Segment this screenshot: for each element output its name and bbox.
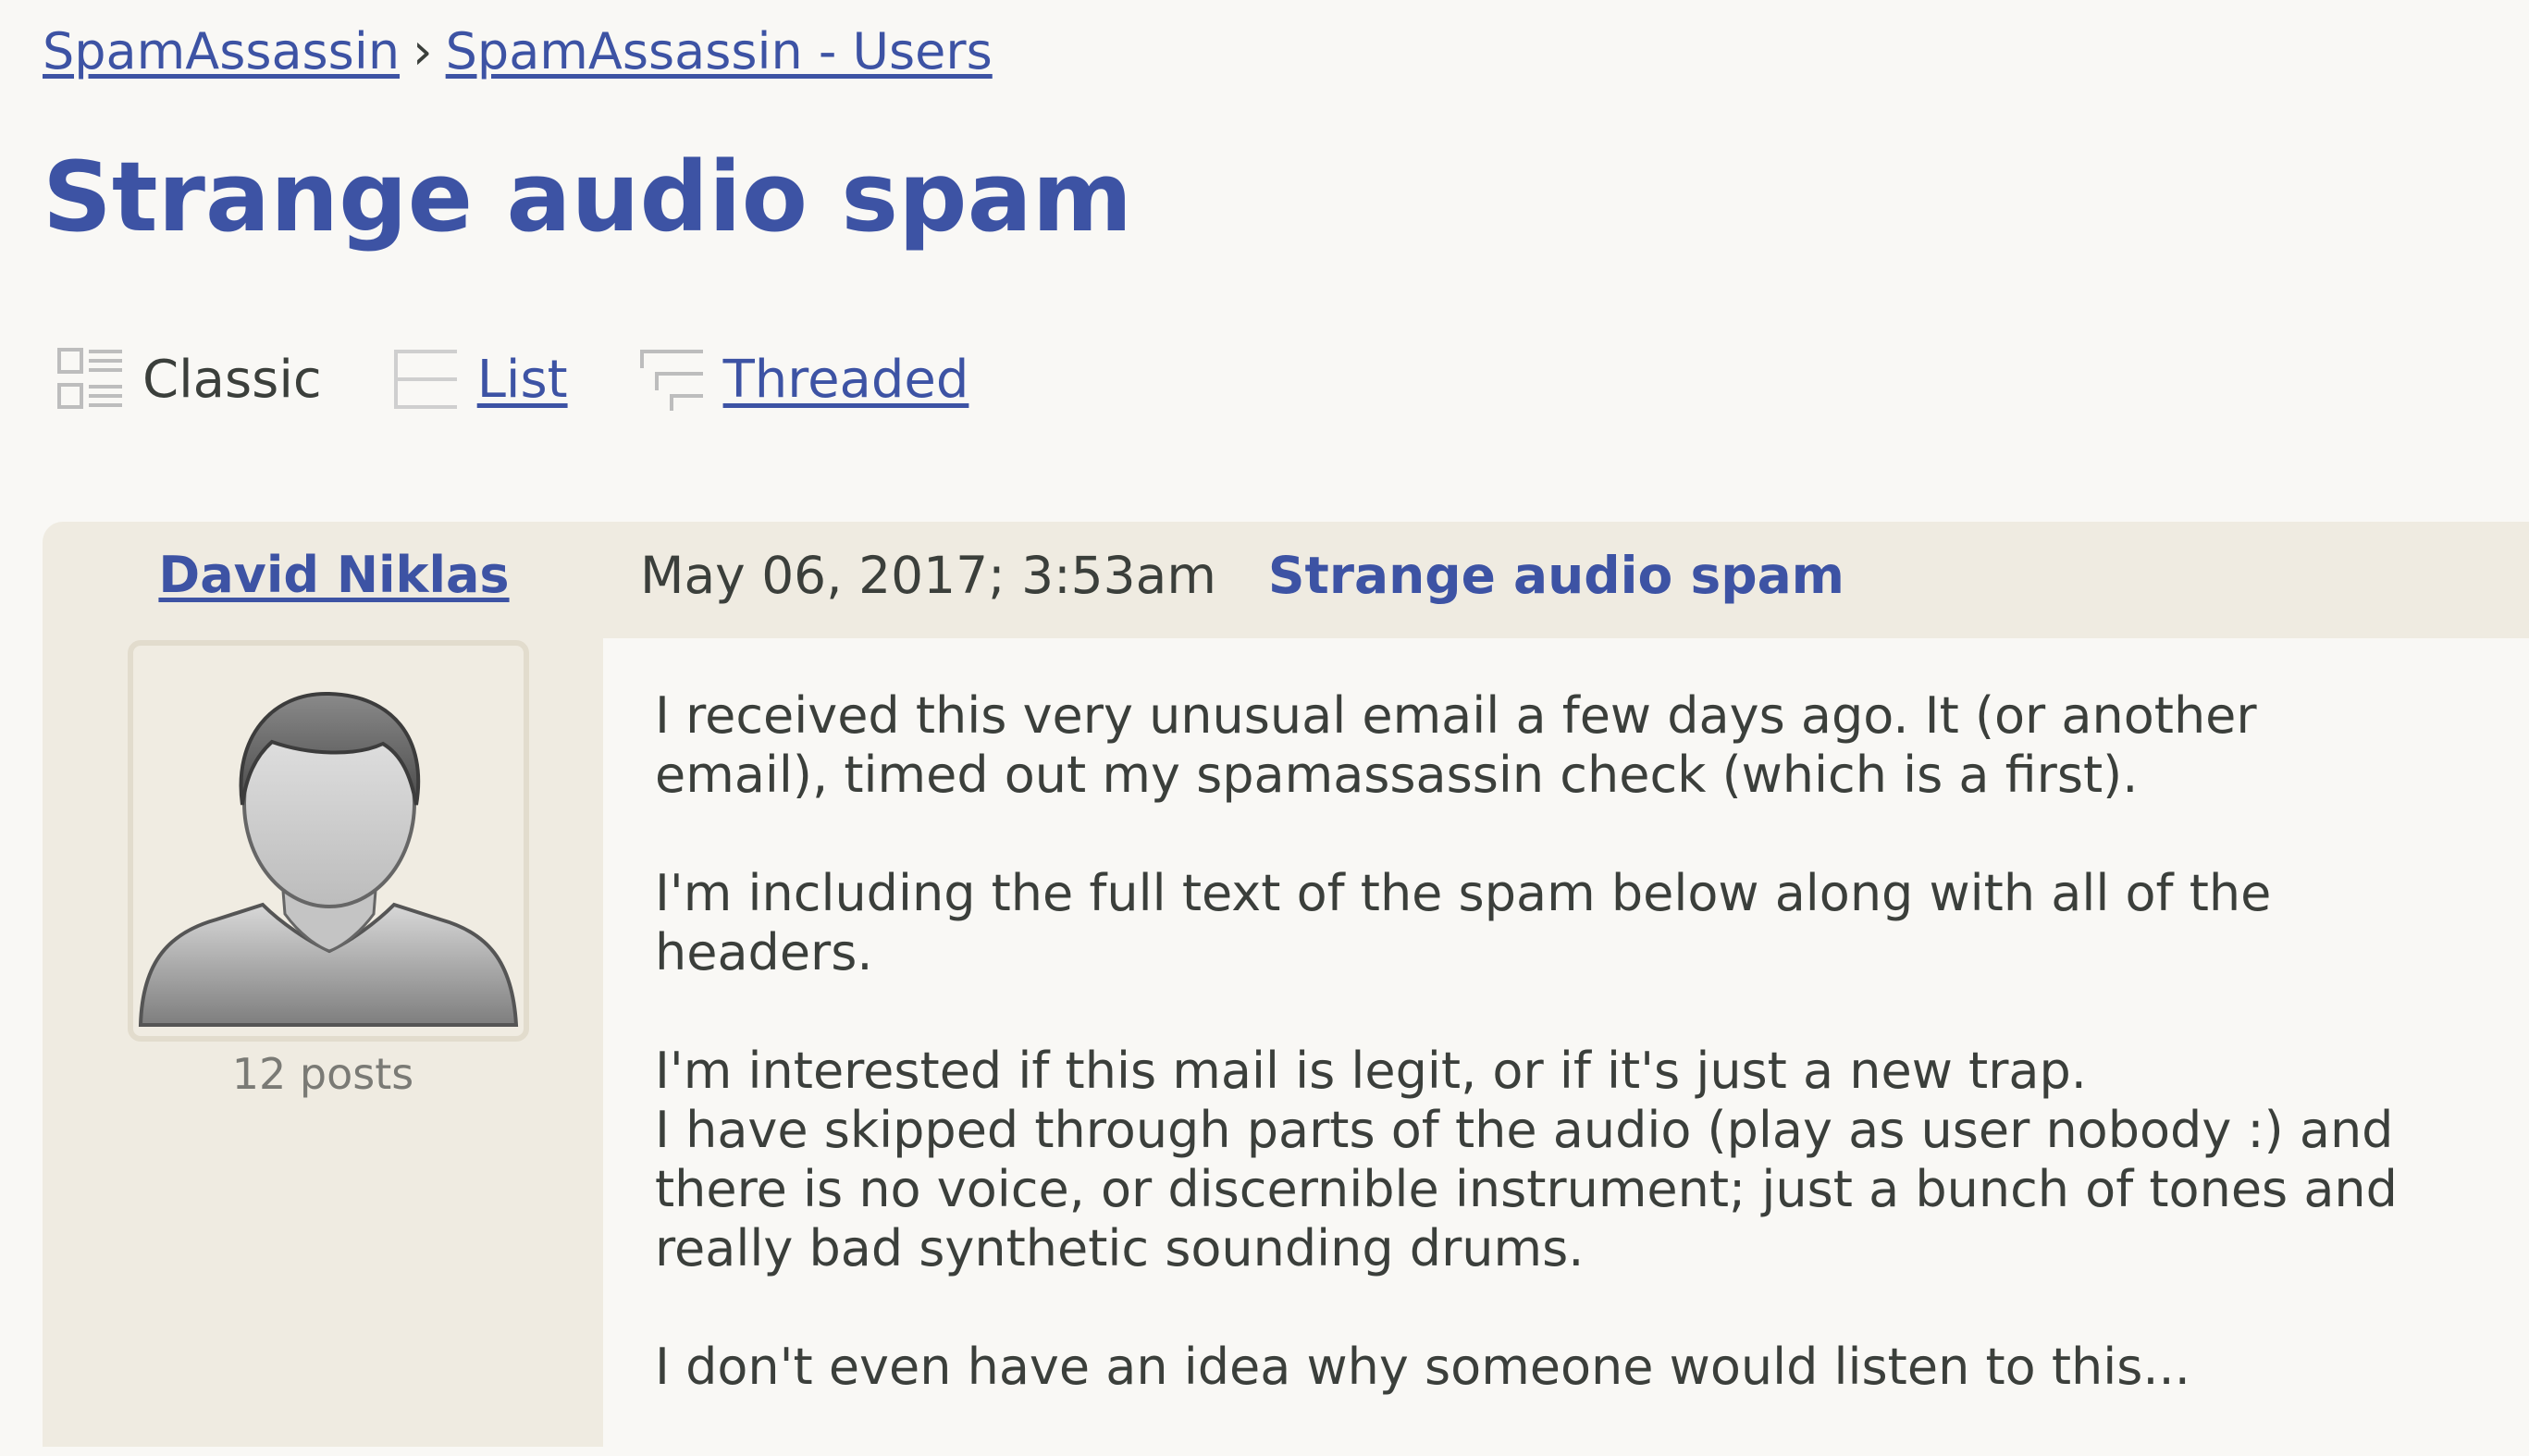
default-avatar-icon bbox=[138, 691, 519, 1027]
author-name: David Niklas bbox=[43, 544, 625, 607]
breadcrumb: SpamAssassin › SpamAssassin - Users bbox=[43, 19, 993, 85]
author-link[interactable]: David Niklas bbox=[158, 546, 509, 604]
post-paragraph: I'm interested if this mail is legit, or… bbox=[655, 1042, 2398, 1277]
breadcrumb-link-spamassassin-users[interactable]: SpamAssassin - Users bbox=[446, 22, 993, 80]
post-date: May 06, 2017; 3:53am bbox=[640, 546, 1216, 605]
view-mode-switcher: Classic List Threaded bbox=[57, 340, 1039, 418]
view-threaded[interactable]: Threaded bbox=[638, 346, 969, 413]
view-classic: Classic bbox=[57, 346, 322, 413]
view-threaded-link[interactable]: Threaded bbox=[723, 350, 969, 410]
classic-view-icon bbox=[57, 348, 122, 409]
post-paragraph: I'm including the full text of the spam … bbox=[655, 864, 2272, 981]
view-classic-label: Classic bbox=[142, 349, 322, 410]
breadcrumb-link-spamassassin[interactable]: SpamAssassin bbox=[43, 22, 400, 80]
post-paragraph: I received this very unusual email a few… bbox=[655, 686, 2257, 804]
view-list[interactable]: List bbox=[392, 346, 568, 413]
page-title: Strange audio spam bbox=[43, 141, 1133, 253]
post-text: I received this very unusual email a few… bbox=[655, 686, 2529, 1456]
list-view-icon bbox=[393, 350, 457, 409]
post: David Niklas 12 posts May 06, 2017; 3:53… bbox=[43, 522, 2529, 1452]
post-paragraph: I don't even have an idea why someone wo… bbox=[655, 1338, 2190, 1396]
post-subject: Strange audio spam bbox=[1267, 546, 1844, 605]
author-post-count: 12 posts bbox=[231, 1049, 414, 1099]
avatar[interactable] bbox=[128, 640, 529, 1042]
post-header: May 06, 2017; 3:53am Strange audio spam bbox=[640, 542, 1844, 609]
threaded-view-icon bbox=[639, 350, 703, 411]
breadcrumb-separator: › bbox=[413, 22, 433, 80]
post-body: I received this very unusual email a few… bbox=[603, 638, 2529, 1452]
view-list-link[interactable]: List bbox=[477, 350, 568, 410]
